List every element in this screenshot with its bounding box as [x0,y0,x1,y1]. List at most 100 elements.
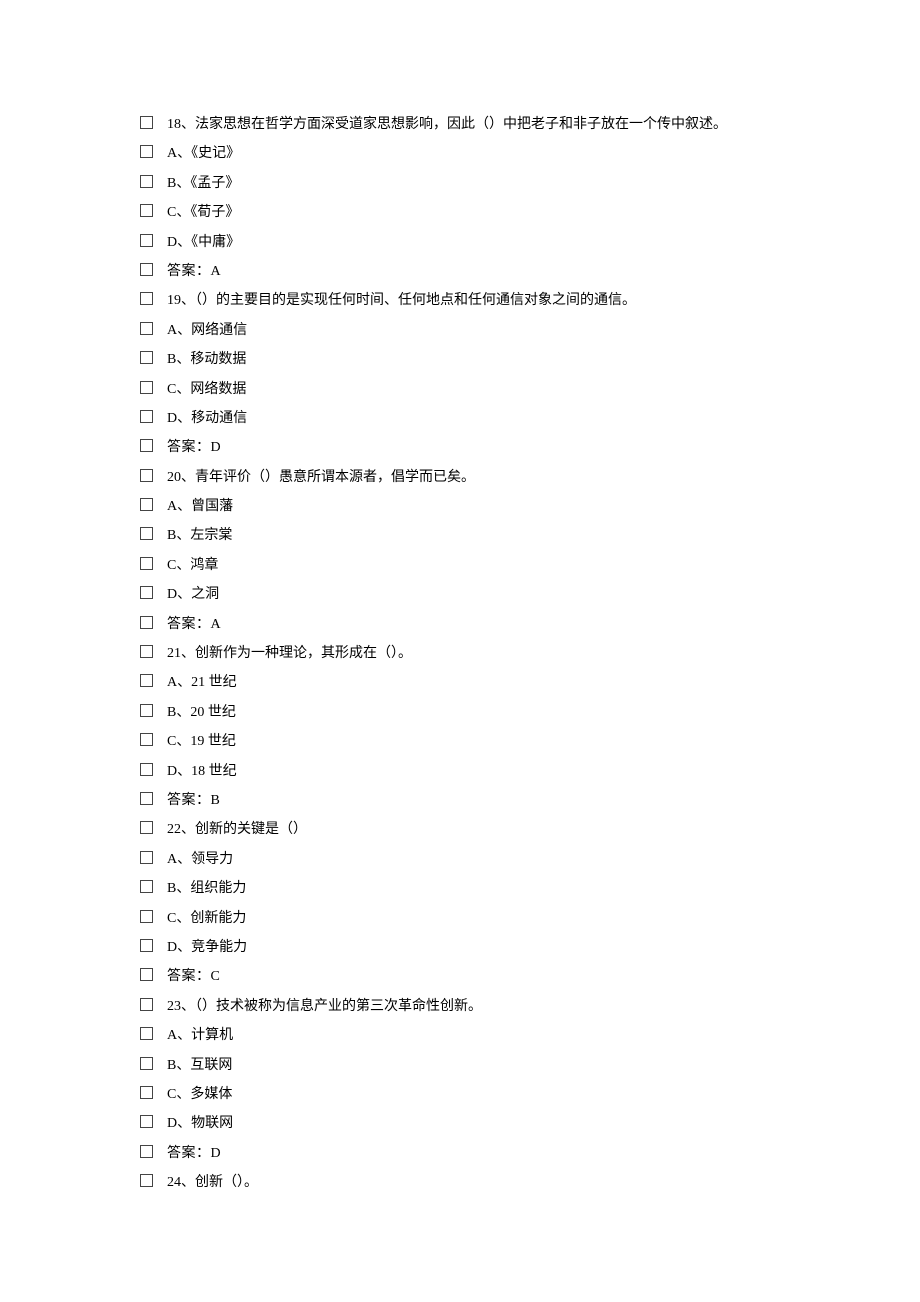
checkbox-icon [140,263,153,276]
question-option: A、曾国藩 [140,492,780,521]
checkbox-icon [140,469,153,482]
question-stem-text: 18、法家思想在哲学方面深受道家思想影响，因此（）中把老子和非子放在一个传中叙述… [167,110,780,139]
checkbox-icon [140,292,153,305]
question-answer: 答案：B [140,786,780,815]
question-option-text: B、互联网 [167,1051,780,1080]
question-option-text: C、鸿章 [167,551,780,580]
question-stem: 20、青年评价（）愚意所谓本源者，倡学而已矣。 [140,463,780,492]
question-option: C、多媒体 [140,1080,780,1109]
checkbox-icon [140,1145,153,1158]
question-option-text: A、网络通信 [167,316,780,345]
question-option: C、创新能力 [140,904,780,933]
question-stem: 18、法家思想在哲学方面深受道家思想影响，因此（）中把老子和非子放在一个传中叙述… [140,110,780,139]
question-option-text: C、网络数据 [167,375,780,404]
checkbox-icon [140,1057,153,1070]
question-answer: 答案：A [140,257,780,286]
question-option: D、之洞 [140,580,780,609]
question-option: C、19 世纪 [140,727,780,756]
question-option-text: D、之洞 [167,580,780,609]
question-option: D、物联网 [140,1109,780,1138]
question-option: C、鸿章 [140,551,780,580]
question-stem: 23、（）技术被称为信息产业的第三次革命性创新。 [140,992,780,1021]
question-option: C、网络数据 [140,375,780,404]
question-option: B、《孟子》 [140,169,780,198]
question-option: D、18 世纪 [140,757,780,786]
question-answer: 答案：A [140,610,780,639]
checkbox-icon [140,1086,153,1099]
checkbox-icon [140,322,153,335]
question-answer: 答案：D [140,1139,780,1168]
question-option-text: B、《孟子》 [167,169,780,198]
checkbox-icon [140,175,153,188]
checkbox-icon [140,910,153,923]
question-answer-text: 答案：D [167,433,780,462]
question-option: A、《史记》 [140,139,780,168]
question-option: D、移动通信 [140,404,780,433]
question-option: A、网络通信 [140,316,780,345]
checkbox-icon [140,1027,153,1040]
question-option-text: B、组织能力 [167,874,780,903]
question-stem-text: 19、（）的主要目的是实现任何时间、任何地点和任何通信对象之间的通信。 [167,286,780,315]
checkbox-icon [140,527,153,540]
question-answer-text: 答案：A [167,257,780,286]
checkbox-icon [140,851,153,864]
question-option: D、《中庸》 [140,228,780,257]
checkbox-icon [140,616,153,629]
checkbox-icon [140,439,153,452]
question-answer-text: 答案：A [167,610,780,639]
question-option-text: B、20 世纪 [167,698,780,727]
question-option-text: D、《中庸》 [167,228,780,257]
checkbox-icon [140,763,153,776]
checkbox-icon [140,968,153,981]
question-stem-text: 24、创新（）。 [167,1168,780,1197]
checkbox-icon [140,557,153,570]
checkbox-icon [140,351,153,364]
checkbox-icon [140,410,153,423]
checkbox-icon [140,204,153,217]
checkbox-icon [140,645,153,658]
checkbox-icon [140,733,153,746]
question-answer: 答案：C [140,962,780,991]
question-option: C、《荀子》 [140,198,780,227]
question-answer-text: 答案：C [167,962,780,991]
question-option-text: B、左宗棠 [167,521,780,550]
checkbox-icon [140,998,153,1011]
question-stem-text: 23、（）技术被称为信息产业的第三次革命性创新。 [167,992,780,1021]
question-option-text: C、《荀子》 [167,198,780,227]
checkbox-icon [140,586,153,599]
question-option-text: C、19 世纪 [167,727,780,756]
question-option-text: C、多媒体 [167,1080,780,1109]
checkbox-icon [140,234,153,247]
checkbox-icon [140,821,153,834]
checkbox-icon [140,939,153,952]
question-stem-text: 22、创新的关键是（） [167,815,780,844]
question-option: B、左宗棠 [140,521,780,550]
checkbox-icon [140,674,153,687]
question-option-text: D、竞争能力 [167,933,780,962]
question-option: D、竞争能力 [140,933,780,962]
question-option-text: B、移动数据 [167,345,780,374]
question-stem-text: 20、青年评价（）愚意所谓本源者，倡学而已矣。 [167,463,780,492]
question-option-text: C、创新能力 [167,904,780,933]
question-stem: 24、创新（）。 [140,1168,780,1197]
question-option-text: A、计算机 [167,1021,780,1050]
checkbox-icon [140,145,153,158]
question-option-text: D、移动通信 [167,404,780,433]
checkbox-icon [140,704,153,717]
question-option: B、20 世纪 [140,698,780,727]
question-stem: 21、创新作为一种理论，其形成在（）。 [140,639,780,668]
question-option-text: A、21 世纪 [167,668,780,697]
checkbox-icon [140,498,153,511]
question-stem-text: 21、创新作为一种理论，其形成在（）。 [167,639,780,668]
question-answer: 答案：D [140,433,780,462]
question-answer-text: 答案：D [167,1139,780,1168]
question-option: A、领导力 [140,845,780,874]
checkbox-icon [140,381,153,394]
checkbox-icon [140,1174,153,1187]
question-answer-text: 答案：B [167,786,780,815]
question-option: A、21 世纪 [140,668,780,697]
question-stem: 19、（）的主要目的是实现任何时间、任何地点和任何通信对象之间的通信。 [140,286,780,315]
question-option: B、互联网 [140,1051,780,1080]
question-option: B、组织能力 [140,874,780,903]
checkbox-icon [140,116,153,129]
